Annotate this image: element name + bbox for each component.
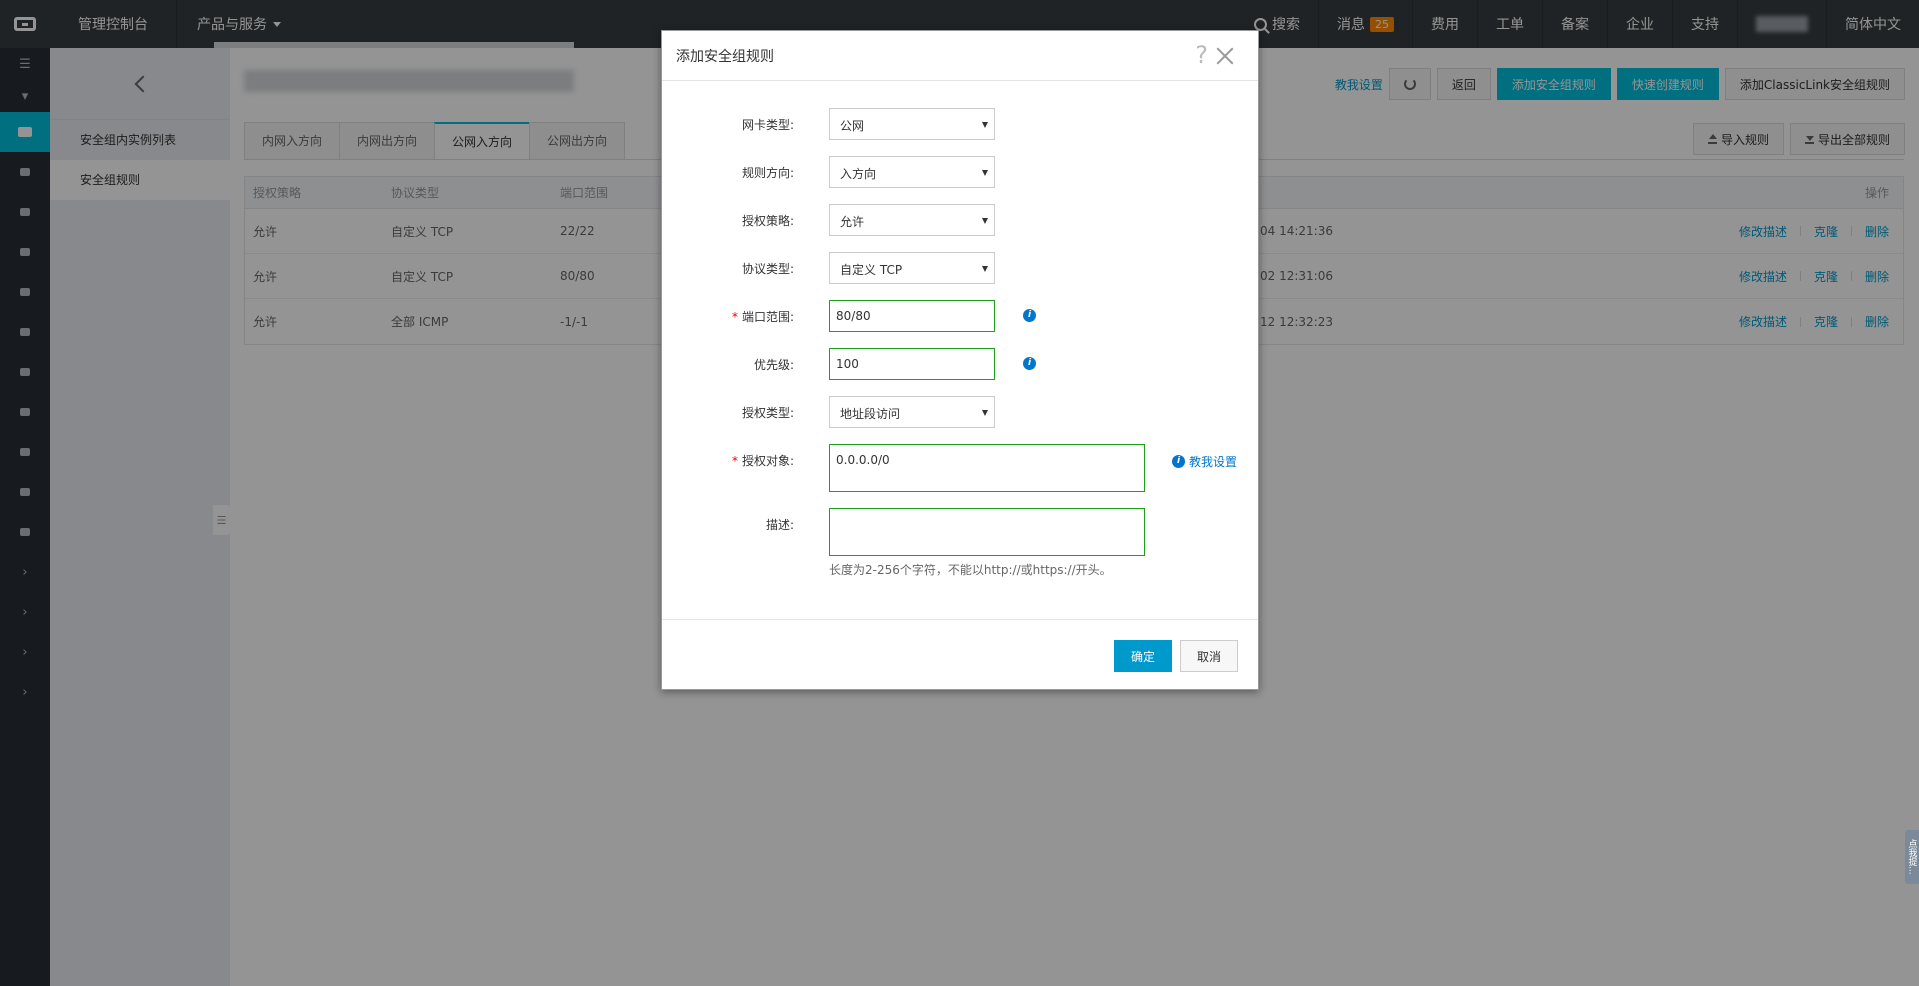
label-port: * 端口范围: — [732, 308, 794, 325]
auth-type-select[interactable]: 地址段访问 — [829, 396, 995, 428]
nic-type-select[interactable]: 公网 — [829, 108, 995, 140]
row-policy: 授权策略: 允许 — [662, 204, 1260, 236]
label-nic-type: 网卡类型: — [741, 118, 794, 132]
label-port-text: 端口范围: — [741, 310, 794, 324]
description-hint: 长度为2-256个字符，不能以http://或https://开头。 — [829, 563, 1112, 577]
auth-object-textarea[interactable]: 0.0.0.0/0 — [829, 444, 1145, 492]
port-range-input[interactable]: 80/80 — [829, 300, 995, 332]
label-description: 描述: — [765, 518, 794, 532]
help-icon[interactable]: ? — [1195, 41, 1208, 69]
feedback-tab[interactable]: 点我提... — [1905, 830, 1919, 884]
info-icon: i — [1172, 455, 1185, 468]
cancel-button[interactable]: 取消 — [1180, 640, 1238, 672]
dialog-header: 添加安全组规则 ? — [662, 31, 1258, 81]
row-priority: 优先级: 100 i — [662, 348, 1260, 380]
label-policy: 授权策略: — [741, 214, 794, 228]
direction-select[interactable]: 入方向 — [829, 156, 995, 188]
row-auth-type: 授权类型: 地址段访问 — [662, 396, 1260, 428]
help-setup-link-dialog[interactable]: i 教我设置 — [1172, 453, 1237, 470]
policy-select[interactable]: 允许 — [829, 204, 995, 236]
row-direction: 规则方向: 入方向 — [662, 156, 1260, 188]
row-nic-type: 网卡类型: 公网 — [662, 108, 1260, 140]
label-priority: 优先级: — [753, 358, 794, 372]
priority-info-icon[interactable]: i — [1023, 357, 1036, 370]
help-setup-label: 教我设置 — [1189, 455, 1238, 469]
dialog-title: 添加安全组规则 — [676, 48, 774, 65]
priority-input[interactable]: 100 — [829, 348, 995, 380]
label-auth-object: * 授权对象: — [732, 452, 794, 469]
add-rule-dialog: 添加安全组规则 ? 网卡类型: 公网 规则方向: 入方向 授权策略: 允许 协议… — [661, 30, 1259, 690]
required-mark: * — [731, 310, 738, 324]
label-direction: 规则方向: — [741, 166, 794, 180]
label-auth-type: 授权类型: — [741, 406, 794, 420]
description-textarea[interactable] — [829, 508, 1145, 556]
row-port: * 端口范围: 80/80 i — [662, 300, 1260, 332]
confirm-button[interactable]: 确定 — [1114, 640, 1172, 672]
port-info-icon[interactable]: i — [1023, 309, 1036, 322]
close-icon[interactable] — [1216, 47, 1234, 65]
dialog-footer: 确定 取消 — [662, 619, 1258, 689]
protocol-select[interactable]: 自定义 TCP — [829, 252, 995, 284]
label-protocol: 协议类型: — [741, 262, 794, 276]
row-protocol: 协议类型: 自定义 TCP — [662, 252, 1260, 284]
label-auth-object-text: 授权对象: — [741, 454, 794, 468]
required-mark: * — [731, 454, 738, 468]
